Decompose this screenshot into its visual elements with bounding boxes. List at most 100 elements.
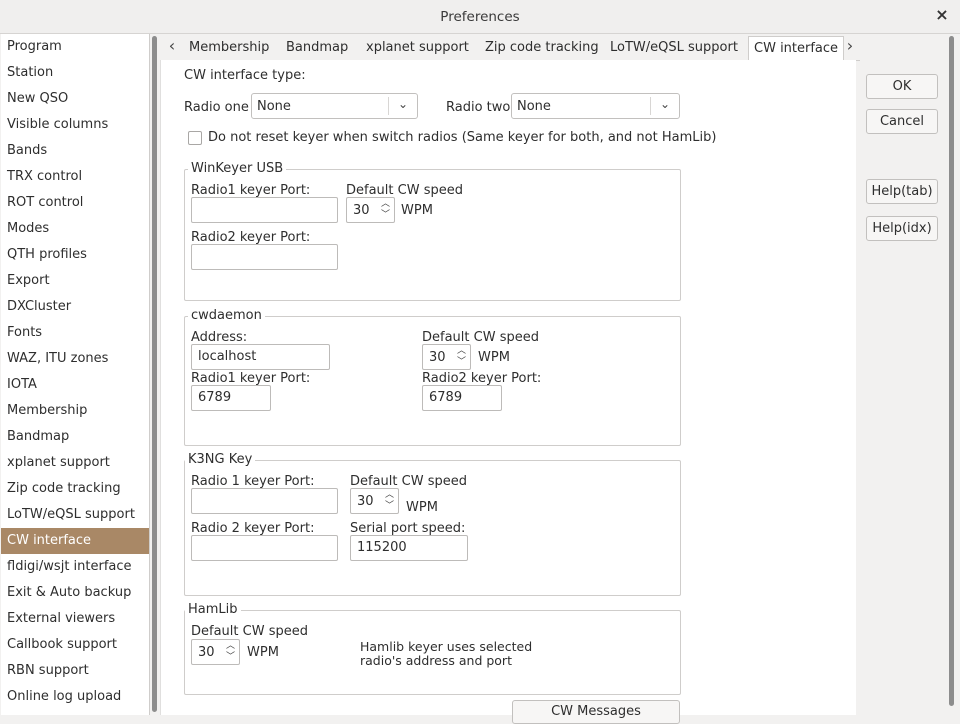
cwdaemon-address-input[interactable]: localhost — [191, 344, 330, 370]
sidebar-item-modes[interactable]: Modes — [1, 216, 149, 242]
sidebar-item-iota[interactable]: IOTA — [1, 372, 149, 398]
cwdaemon-speed-spinner[interactable]: 30 ︿ ﹀ — [422, 344, 471, 370]
sidebar-item-bandmap[interactable]: Bandmap — [1, 424, 149, 450]
window-title: Preferences — [440, 9, 520, 25]
hamlib-speed-value: 30 — [198, 645, 215, 660]
hamlib-default-speed-label: Default CW speed — [191, 624, 308, 639]
sidebar-item-membership[interactable]: Membership — [1, 398, 149, 424]
sidebar-item-bands[interactable]: Bands — [1, 138, 149, 164]
cancel-button[interactable]: Cancel — [866, 109, 938, 134]
winkeyer-speed-spinner[interactable]: 30 ︿ ﹀ — [346, 197, 395, 223]
k3ng-radio1-port-input[interactable] — [191, 488, 338, 514]
sidebar-item-rot-control[interactable]: ROT control — [1, 190, 149, 216]
no-reset-keyer-label: Do not reset keyer when switch radios (S… — [208, 130, 717, 145]
tab-xplanet-support[interactable]: xplanet support — [366, 38, 469, 59]
no-reset-keyer-checkbox[interactable] — [188, 131, 202, 145]
hamlib-note-line1: Hamlib keyer uses selected — [360, 639, 533, 654]
cwdaemon-radio2-port-input[interactable]: 6789 — [422, 385, 502, 411]
cwdaemon-radio1-port-input[interactable]: 6789 — [191, 385, 271, 411]
sidebar-item-trx-control[interactable]: TRX control — [1, 164, 149, 190]
tab-bar: ‹ Membership Bandmap xplanet support Zip… — [160, 34, 860, 61]
winkeyer-radio2-port-label: Radio2 keyer Port: — [191, 230, 311, 245]
winkeyer-radio1-port-input[interactable] — [191, 197, 338, 223]
winkeyer-radio2-port-input[interactable] — [191, 244, 338, 270]
winkeyer-group-title: WinKeyer USB — [188, 161, 287, 176]
hamlib-note-line2: radio's address and port — [360, 653, 512, 668]
sidebar-item-qth-profiles[interactable]: QTH profiles — [1, 242, 149, 268]
k3ng-radio2-port-label: Radio 2 keyer Port: — [191, 521, 315, 536]
hamlib-wpm-label: WPM — [247, 645, 279, 660]
tab-bandmap[interactable]: Bandmap — [286, 38, 348, 59]
sidebar-item-lotw-eqsl-support[interactable]: LoTW/eQSL support — [1, 502, 149, 528]
close-icon[interactable]: × — [934, 7, 950, 23]
hamlib-group-title: HamLib — [185, 602, 241, 617]
radio-two-label: Radio two — [446, 100, 511, 115]
sidebar-item-waz-itu-zones[interactable]: WAZ, ITU zones — [1, 346, 149, 372]
combo-separator — [650, 97, 651, 115]
sidebar-item-export[interactable]: Export — [1, 268, 149, 294]
spin-up-icon[interactable]: ︿ — [226, 642, 235, 651]
radio-one-select[interactable]: None ⌄ — [251, 93, 418, 119]
sidebar-item-zip-code-tracking[interactable]: Zip code tracking — [1, 476, 149, 502]
spin-down-icon[interactable]: ﹀ — [385, 502, 394, 511]
tab-membership[interactable]: Membership — [189, 38, 269, 59]
cw-messages-button[interactable]: CW Messages — [512, 700, 680, 724]
content-scrollbar[interactable] — [946, 34, 958, 715]
cwdaemon-address-label: Address: — [191, 330, 248, 345]
k3ng-speed-value: 30 — [357, 494, 374, 509]
sidebar-scrollbar[interactable] — [150, 34, 159, 715]
dialog-button-panel: OK Cancel Help(tab) Help(idx) — [856, 34, 946, 715]
sidebar-scroll-thumb[interactable] — [152, 36, 157, 712]
ok-button[interactable]: OK — [866, 74, 938, 99]
k3ng-radio2-port-input[interactable] — [191, 535, 338, 561]
spin-down-icon[interactable]: ﹀ — [457, 358, 466, 367]
spin-up-icon[interactable]: ︿ — [385, 491, 394, 500]
radio-one-value: None — [257, 99, 291, 114]
combo-separator — [388, 97, 389, 115]
sidebar-item-new-qso[interactable]: New QSO — [1, 86, 149, 112]
cwdaemon-radio2-port-label: Radio2 keyer Port: — [422, 371, 542, 386]
sidebar-item-station[interactable]: Station — [1, 60, 149, 86]
hamlib-speed-spinner[interactable]: 30 ︿ ﹀ — [191, 639, 240, 665]
winkeyer-radio1-port-label: Radio1 keyer Port: — [191, 183, 311, 198]
sidebar-item-online-log-upload[interactable]: Online log upload — [1, 684, 149, 710]
sidebar-item-rbn-support[interactable]: RBN support — [1, 658, 149, 684]
sidebar-item-cw-interface[interactable]: CW interface — [1, 528, 149, 554]
k3ng-serial-speed-input[interactable]: 115200 — [350, 535, 468, 561]
sidebar-item-xplanet-support[interactable]: xplanet support — [1, 450, 149, 476]
cwdaemon-group-title: cwdaemon — [188, 308, 265, 323]
radio-two-value: None — [517, 99, 551, 114]
sidebar-item-visible-columns[interactable]: Visible columns — [1, 112, 149, 138]
spin-up-icon[interactable]: ︿ — [457, 347, 466, 356]
k3ng-group-title: K3NG Key — [185, 452, 256, 467]
sidebar-item-program[interactable]: Program — [1, 34, 149, 60]
cwdaemon-default-speed-label: Default CW speed — [422, 330, 539, 345]
spin-up-icon[interactable]: ︿ — [381, 200, 390, 209]
sidebar-item-external-viewers[interactable]: External viewers — [1, 606, 149, 632]
radio-two-select[interactable]: None ⌄ — [511, 93, 680, 119]
help-tab-button[interactable]: Help(tab) — [866, 179, 938, 204]
help-idx-button[interactable]: Help(idx) — [866, 216, 938, 241]
sidebar-item-fldigi-wsjt-interface[interactable]: fldigi/wsjt interface — [1, 554, 149, 580]
sidebar-item-dxcluster[interactable]: DXCluster — [1, 294, 149, 320]
k3ng-radio1-port-label: Radio 1 keyer Port: — [191, 474, 315, 489]
tab-zip-code-tracking[interactable]: Zip code tracking — [485, 38, 599, 59]
spin-down-icon[interactable]: ﹀ — [381, 211, 390, 220]
sidebar-item-exit-auto-backup[interactable]: Exit & Auto backup — [1, 580, 149, 606]
winkeyer-speed-value: 30 — [353, 203, 370, 218]
chevron-down-icon: ⌄ — [397, 97, 408, 111]
k3ng-speed-spinner[interactable]: 30 ︿ ﹀ — [350, 488, 399, 514]
cwdaemon-wpm-label: WPM — [478, 350, 510, 365]
k3ng-default-speed-label: Default CW speed — [350, 474, 467, 489]
tab-cw-interface[interactable]: CW interface — [748, 36, 845, 61]
radio-one-label: Radio one — [184, 100, 249, 115]
sidebar-item-callbook-support[interactable]: Callbook support — [1, 632, 149, 658]
cw-interface-panel: CW interface type: Radio one None ⌄ Radi… — [160, 60, 856, 724]
sidebar-item-fonts[interactable]: Fonts — [1, 320, 149, 346]
spin-down-icon[interactable]: ﹀ — [226, 653, 235, 662]
k3ng-wpm-label: WPM — [406, 500, 438, 515]
tab-lotw-eqsl-support[interactable]: LoTW/eQSL support — [610, 38, 738, 59]
content-scroll-thumb[interactable] — [949, 36, 954, 706]
tab-scroll-left-icon[interactable]: ‹ — [162, 34, 182, 60]
sidebar-list[interactable]: Program Station New QSO Visible columns Band… — [1, 34, 150, 715]
